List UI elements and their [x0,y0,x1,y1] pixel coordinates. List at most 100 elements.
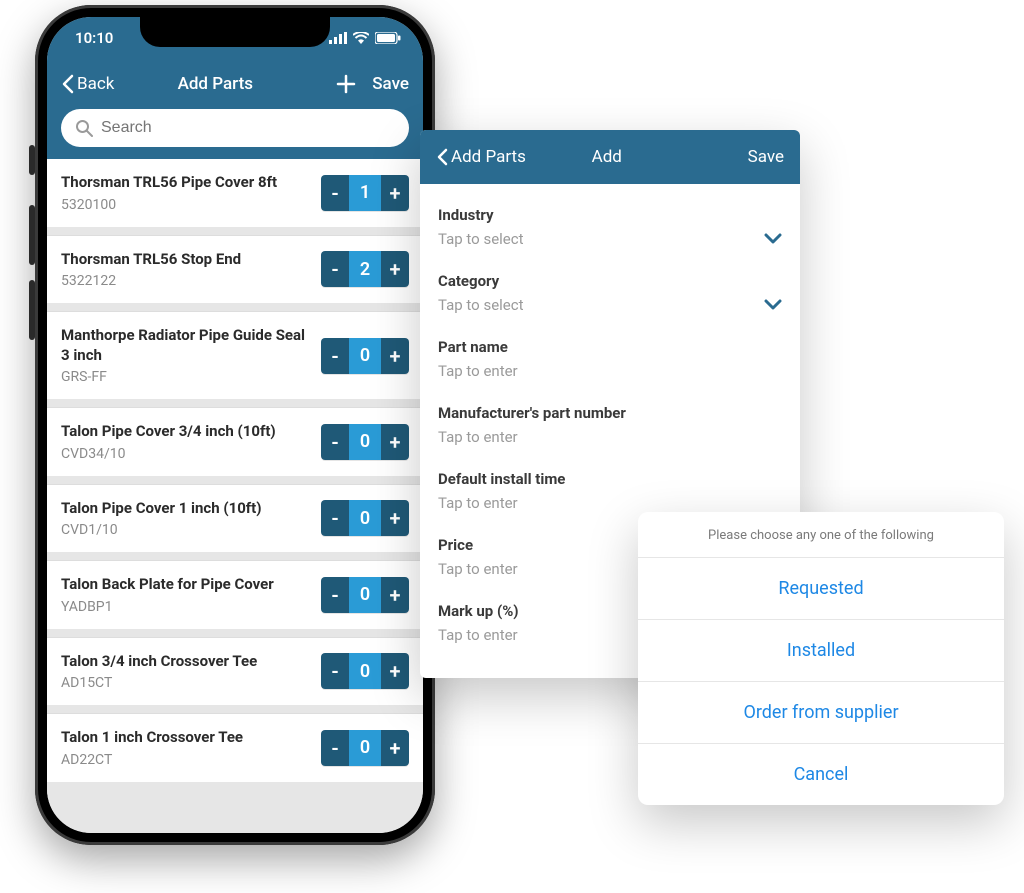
field-value: Tap to enter [438,428,518,446]
part-sku: 5320100 [61,197,311,213]
increment-button[interactable]: + [381,251,409,287]
action-sheet: Please choose any one of the following R… [638,512,1004,805]
search-icon [75,119,93,137]
battery-icon [375,32,401,44]
decrement-button[interactable]: - [321,577,349,613]
quantity-stepper: - 0 + [321,338,409,374]
increment-button[interactable]: + [381,338,409,374]
chevron-down-icon [764,299,782,311]
option-cancel[interactable]: Cancel [638,743,1004,805]
chevron-down-icon [764,233,782,245]
part-name: Talon Pipe Cover 3/4 inch (10ft) [61,422,311,442]
field-mpn[interactable]: Manufacturer's part number Tap to enter [438,394,782,460]
nav-header: Back Add Parts Save [47,59,423,109]
increment-button[interactable]: + [381,175,409,211]
quantity-value: 0 [349,500,381,536]
option-installed[interactable]: Installed [638,619,1004,681]
part-sku: GRS-FF [61,369,311,385]
option-order-from-supplier[interactable]: Order from supplier [638,681,1004,743]
decrement-button[interactable]: - [321,730,349,766]
part-name: Thorsman TRL56 Pipe Cover 8ft [61,173,311,193]
quantity-stepper: - 0 + [321,653,409,689]
part-name: Manthorpe Radiator Pipe Guide Seal 3 inc… [61,326,311,365]
part-sku: YADBP1 [61,599,311,615]
part-sku: 5322122 [61,273,311,289]
field-part-name[interactable]: Part name Tap to enter [438,328,782,394]
phone-volume-down [29,280,35,340]
part-name: Talon Pipe Cover 1 inch (10ft) [61,499,311,519]
part-row: Thorsman TRL56 Stop End 5322122 - 2 + [47,235,423,304]
quantity-value: 0 [349,730,381,766]
search-input[interactable] [101,119,395,137]
action-sheet-title: Please choose any one of the following [638,512,1004,557]
search-bar [47,109,423,159]
quantity-value: 2 [349,251,381,287]
field-value: Tap to enter [438,494,518,512]
decrement-button[interactable]: - [321,500,349,536]
decrement-button[interactable]: - [321,338,349,374]
field-value: Tap to enter [438,560,518,578]
part-row: Manthorpe Radiator Pipe Guide Seal 3 inc… [47,311,423,399]
decrement-button[interactable]: - [321,424,349,460]
increment-button[interactable]: + [381,653,409,689]
quantity-stepper: - 0 + [321,577,409,613]
field-value: Tap to select [438,296,524,314]
field-label: Part name [438,338,782,356]
quantity-value: 0 [349,338,381,374]
increment-button[interactable]: + [381,577,409,613]
part-name: Talon Back Plate for Pipe Cover [61,575,311,595]
status-icons [329,32,401,44]
increment-button[interactable]: + [381,500,409,536]
plus-icon [336,74,356,94]
add-button[interactable] [336,74,356,94]
quantity-stepper: - 0 + [321,424,409,460]
add-panel-title: Add [466,147,748,167]
part-row: Talon Back Plate for Pipe Cover YADBP1 -… [47,560,423,629]
field-label: Category [438,272,782,290]
chevron-left-icon [61,74,75,94]
part-name: Thorsman TRL56 Stop End [61,250,311,270]
part-row: Talon Pipe Cover 1 inch (10ft) CVD1/10 -… [47,484,423,553]
status-time: 10:10 [75,29,113,47]
increment-button[interactable]: + [381,424,409,460]
part-sku: CVD34/10 [61,446,311,462]
field-industry[interactable]: Industry Tap to select [438,196,782,262]
part-row: Talon Pipe Cover 3/4 inch (10ft) CVD34/1… [47,407,423,476]
part-row: Talon 1 inch Crossover Tee AD22CT - 0 + [47,713,423,782]
phone-notch [140,17,330,47]
part-row: Thorsman TRL56 Pipe Cover 8ft 5320100 - … [47,159,423,227]
quantity-stepper: - 1 + [321,175,409,211]
search-field[interactable] [61,109,409,147]
part-sku: AD15CT [61,675,311,691]
part-row: Talon 3/4 inch Crossover Tee AD15CT - 0 … [47,637,423,706]
increment-button[interactable]: + [381,730,409,766]
save-button[interactable]: Save [372,74,409,94]
add-save-button[interactable]: Save [748,147,784,167]
phone-screen: 10:10 Back Add Parts [47,17,423,833]
signal-icon [329,32,347,44]
phone-volume-up [29,205,35,265]
phone-frame: 10:10 Back Add Parts [35,5,435,845]
wifi-icon [353,32,369,44]
decrement-button[interactable]: - [321,251,349,287]
phone-mute-switch [29,145,35,175]
field-value: Tap to enter [438,626,518,644]
quantity-stepper: - 0 + [321,500,409,536]
parts-list[interactable]: Thorsman TRL56 Pipe Cover 8ft 5320100 - … [47,159,423,833]
field-label: Manufacturer's part number [438,404,782,422]
decrement-button[interactable]: - [321,653,349,689]
field-label: Default install time [438,470,782,488]
page-title: Add Parts [94,74,336,94]
option-requested[interactable]: Requested [638,557,1004,619]
decrement-button[interactable]: - [321,175,349,211]
quantity-value: 0 [349,424,381,460]
field-category[interactable]: Category Tap to select [438,262,782,328]
part-sku: CVD1/10 [61,522,311,538]
field-label: Industry [438,206,782,224]
part-name: Talon 3/4 inch Crossover Tee [61,652,311,672]
chevron-left-icon [436,148,449,166]
quantity-stepper: - 0 + [321,730,409,766]
add-panel-header: Add Parts Add Save [420,130,800,184]
quantity-value: 0 [349,653,381,689]
field-value: Tap to select [438,230,524,248]
